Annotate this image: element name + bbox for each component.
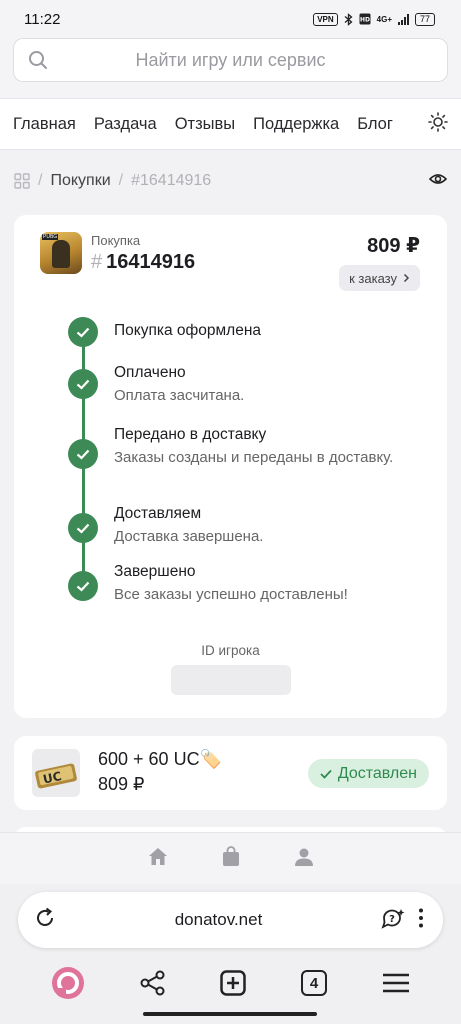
item-image: UC	[32, 749, 80, 797]
breadcrumb-purchases[interactable]: Покупки	[50, 172, 110, 190]
step-desc: Заказы созданы и переданы в доставку.	[114, 449, 394, 466]
main-nav: Главная Раздача Отзывы Поддержка Блог	[0, 98, 461, 150]
url-text[interactable]: donatov.net	[56, 910, 381, 930]
status-bar: 11:22 VPN HD 4G+ 77	[0, 0, 461, 38]
player-id-label: ID игрока	[201, 643, 260, 658]
nav-item-giveaway[interactable]: Раздача	[94, 115, 157, 134]
check-icon	[68, 513, 98, 543]
menu-icon[interactable]	[382, 973, 410, 993]
svg-text:?: ?	[389, 914, 395, 925]
step-desc: Все заказы успешно доставлены!	[114, 586, 348, 603]
more-menu-button[interactable]	[419, 908, 423, 933]
check-icon	[68, 317, 98, 347]
home-icon[interactable]	[148, 847, 168, 866]
breadcrumb: / Покупки / #16414916	[14, 166, 448, 196]
network-type: 4G+	[376, 14, 392, 24]
item-name: 600 + 60 UC🏷️	[98, 749, 222, 769]
breadcrumb-current: #16414916	[131, 172, 212, 189]
nav-item-blog[interactable]: Блог	[357, 115, 393, 134]
search-area: Найти игру или сервис	[0, 38, 461, 98]
new-tab-icon[interactable]	[220, 970, 247, 996]
more-vertical-icon	[419, 908, 423, 927]
site-bottom-nav	[0, 832, 461, 884]
chat-question-icon: ?	[381, 908, 405, 929]
step-title: Покупка оформлена	[114, 322, 262, 339]
order-label: Покупка	[91, 233, 141, 248]
reload-icon	[37, 907, 53, 926]
vpn-badge: VPN	[313, 12, 338, 26]
order-card: PUBG Покупка #16414916 809 ₽ к заказу По…	[14, 215, 447, 718]
url-pill[interactable]: donatov.net ?	[18, 892, 443, 948]
nav-item-support[interactable]: Поддержка	[253, 115, 339, 134]
search-input[interactable]: Найти игру или сервис	[13, 38, 448, 82]
hash-icon: #	[91, 251, 103, 273]
step-title: Завершено	[114, 563, 196, 580]
chevron-right-icon	[403, 273, 410, 283]
search-placeholder: Найти игру или сервис	[135, 49, 326, 70]
eye-icon	[428, 173, 448, 184]
order-item-card[interactable]: UC 600 + 60 UC🏷️ 809 ₽ Доставлен	[14, 736, 447, 810]
visibility-toggle[interactable]	[428, 172, 448, 191]
status-icons: VPN HD 4G+ 77	[313, 12, 435, 26]
status-badge: Доставлен	[307, 759, 429, 788]
breadcrumb-separator: /	[118, 172, 124, 189]
step-title: Доставляем	[114, 505, 202, 522]
battery-indicator: 77	[414, 12, 435, 26]
order-number: #16414916	[91, 251, 196, 273]
item-price: 809 ₽	[98, 774, 145, 794]
step-desc: Оплата засчитана.	[114, 387, 245, 404]
svg-text:HD: HD	[360, 17, 370, 24]
ai-chat-button[interactable]: ?	[381, 907, 405, 934]
check-icon	[68, 369, 98, 399]
step-desc: Доставка завершена.	[114, 528, 264, 545]
player-id-field	[171, 665, 291, 695]
step-title: Передано в доставку	[114, 426, 267, 443]
breadcrumb-separator: /	[38, 172, 43, 189]
user-icon[interactable]	[294, 847, 314, 867]
tabs-button[interactable]: 4	[301, 970, 328, 996]
search-icon	[29, 51, 47, 69]
check-icon	[320, 769, 332, 779]
step-title: Оплачено	[114, 364, 186, 381]
check-icon	[68, 439, 98, 469]
status-time: 11:22	[24, 10, 61, 28]
bluetooth-icon	[344, 12, 353, 26]
home-indicator	[143, 1012, 317, 1016]
hd-icon: HD	[359, 13, 371, 25]
nav-item-home[interactable]: Главная	[13, 115, 76, 134]
signal-icon	[397, 13, 409, 25]
theme-toggle-button[interactable]	[428, 111, 448, 137]
alice-assistant-icon[interactable]	[51, 966, 85, 1000]
order-price: 809 ₽	[367, 235, 420, 257]
nav-item-reviews[interactable]: Отзывы	[175, 115, 235, 134]
check-icon	[68, 571, 98, 601]
reload-button[interactable]	[34, 907, 56, 934]
sun-icon	[428, 111, 448, 132]
browser-address-bar: donatov.net ?	[0, 884, 461, 954]
grid-icon[interactable]	[14, 173, 30, 189]
share-icon[interactable]	[140, 970, 166, 996]
game-thumbnail: PUBG	[40, 232, 82, 274]
to-order-button[interactable]: к заказу	[339, 265, 420, 291]
bag-icon[interactable]	[221, 846, 241, 867]
